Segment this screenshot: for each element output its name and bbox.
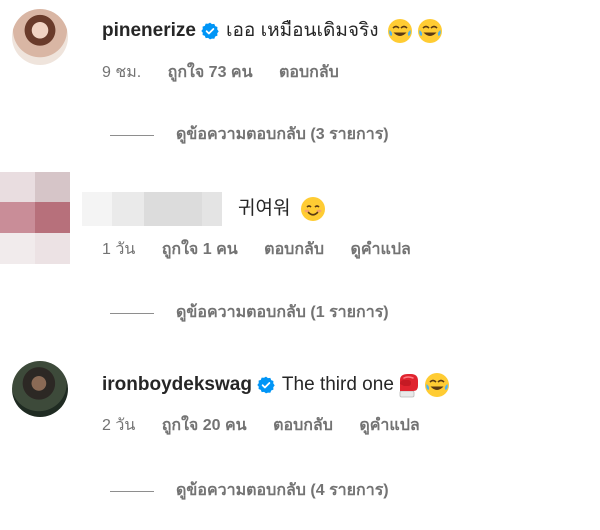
comment-header: ironboydekswag The third one	[102, 372, 450, 398]
likes-count[interactable]: ถูกใจ 73 คน	[168, 63, 253, 83]
comment-header: 귀여워	[82, 192, 326, 226]
likes-count[interactable]: ถูกใจ 1 คน	[162, 240, 238, 260]
view-replies-button[interactable]: ดูข้อความตอบกลับ (4 รายการ)	[110, 481, 389, 501]
smiling-face-emoji-icon	[301, 197, 326, 221]
view-replies-label: ดูข้อความตอบกลับ (3 รายการ)	[176, 126, 389, 143]
username[interactable]	[82, 192, 222, 226]
timestamp: 1 วัน	[102, 241, 136, 258]
translate-button[interactable]: ดูคำแปล	[350, 240, 410, 260]
comment-header: pinenerize เออ เหมือนเดิมจริง	[102, 18, 443, 44]
tears-of-joy-emoji-icon	[417, 19, 442, 43]
username[interactable]: ironboydekswag	[102, 373, 252, 397]
avatar[interactable]	[0, 172, 70, 264]
avatar[interactable]	[12, 361, 68, 417]
avatar[interactable]	[12, 9, 68, 65]
reply-button[interactable]: ตอบกลับ	[279, 63, 339, 83]
timestamp: 2 วัน	[102, 417, 136, 434]
comment-text: The third one	[281, 374, 394, 395]
comment-meta: 9 ชม. ถูกใจ 73 คน ตอบกลับ	[102, 63, 361, 83]
comment-text: 귀여워	[238, 198, 291, 219]
tears-of-joy-emoji-icon	[424, 373, 449, 397]
comment-item: pinenerize เออ เหมือนเดิมจริง 9 ชม. ถูกใ…	[0, 0, 600, 170]
divider	[110, 490, 154, 492]
tears-of-joy-emoji-icon	[387, 19, 412, 43]
username[interactable]: pinenerize	[102, 19, 196, 43]
comment-meta: 1 วัน ถูกใจ 1 คน ตอบกลับ ดูคำแปล	[102, 240, 433, 260]
likes-count[interactable]: ถูกใจ 20 คน	[162, 416, 247, 436]
verified-badge-icon	[257, 376, 275, 394]
translate-button[interactable]: ดูคำแปล	[359, 416, 419, 436]
reply-button[interactable]: ตอบกลับ	[273, 416, 333, 436]
view-replies-button[interactable]: ดูข้อความตอบกลับ (1 รายการ)	[110, 303, 389, 323]
timestamp: 9 ชม.	[102, 64, 142, 81]
divider	[110, 134, 154, 136]
view-replies-label: ดูข้อความตอบกลับ (1 รายการ)	[176, 304, 389, 321]
view-replies-button[interactable]: ดูข้อความตอบกลับ (3 รายการ)	[110, 125, 389, 145]
comment-meta: 2 วัน ถูกใจ 20 คน ตอบกลับ ดูคำแปล	[102, 416, 442, 436]
reply-button[interactable]: ตอบกลับ	[264, 240, 324, 260]
divider	[110, 312, 154, 314]
comment-item: ironboydekswag The third one 2 วัน ถูกใจ…	[0, 350, 600, 530]
comment-text: เออ เหมือนเดิมจริง	[225, 20, 379, 41]
boxing-glove-emoji-icon	[399, 374, 418, 398]
view-replies-label: ดูข้อความตอบกลับ (4 รายการ)	[176, 482, 389, 499]
verified-badge-icon	[201, 22, 219, 40]
comment-item: 귀여워 1 วัน ถูกใจ 1 คน ตอบกลับ ดูคำแปล ดูข…	[0, 170, 600, 350]
